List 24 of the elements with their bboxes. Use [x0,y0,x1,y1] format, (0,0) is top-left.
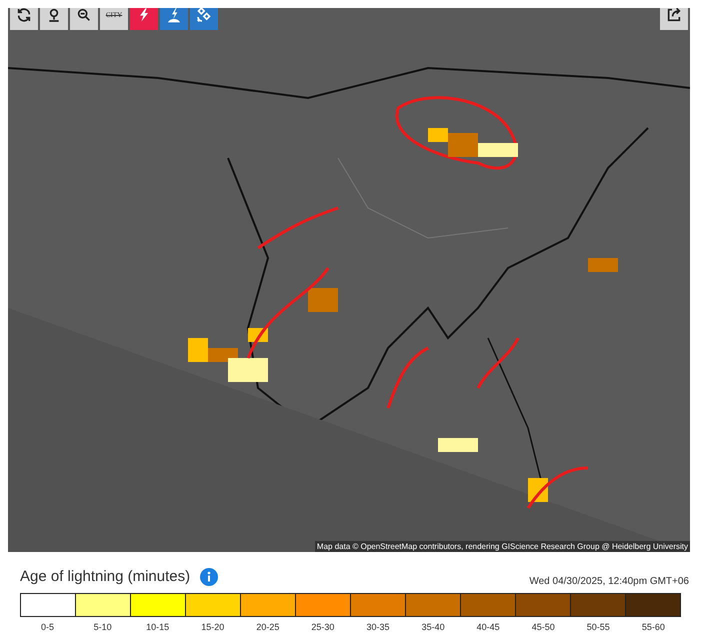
legend-label: 5-10 [94,620,112,634]
legend-label: 55-60 [642,620,665,634]
legend-label: 45-50 [532,620,555,634]
toolbar-button[interactable] [70,8,98,30]
map-attribution: Map data © OpenStreetMap contributors, rendering GIScience Research Group @ Heidelberg University [314,541,690,552]
legend-label: 50-55 [586,620,610,634]
toolbar-button[interactable] [10,8,38,30]
legend-title: Age of lightning (minutes) [20,567,190,587]
toolbar-button[interactable] [40,8,68,30]
lightning-strike-icon [166,8,182,23]
timestamp: Wed 04/30/2025, 12:40pm GMT+06 [529,574,689,588]
legend-label: 10-15 [146,620,170,634]
share-button[interactable] [660,8,688,30]
legend-label: 30-35 [366,620,390,634]
share-icon [666,8,682,23]
legend-label: 20-25 [256,620,280,634]
legend-label: 35-40 [422,620,445,634]
legend-label: 15-20 [201,620,224,634]
zoom-out-icon [76,8,92,23]
info-icon[interactable] [200,568,218,586]
refresh-icon [16,8,32,23]
legend-label: 25-30 [311,620,334,634]
legend-label: 0-5 [41,620,54,634]
legend-label: 40-45 [476,620,500,634]
